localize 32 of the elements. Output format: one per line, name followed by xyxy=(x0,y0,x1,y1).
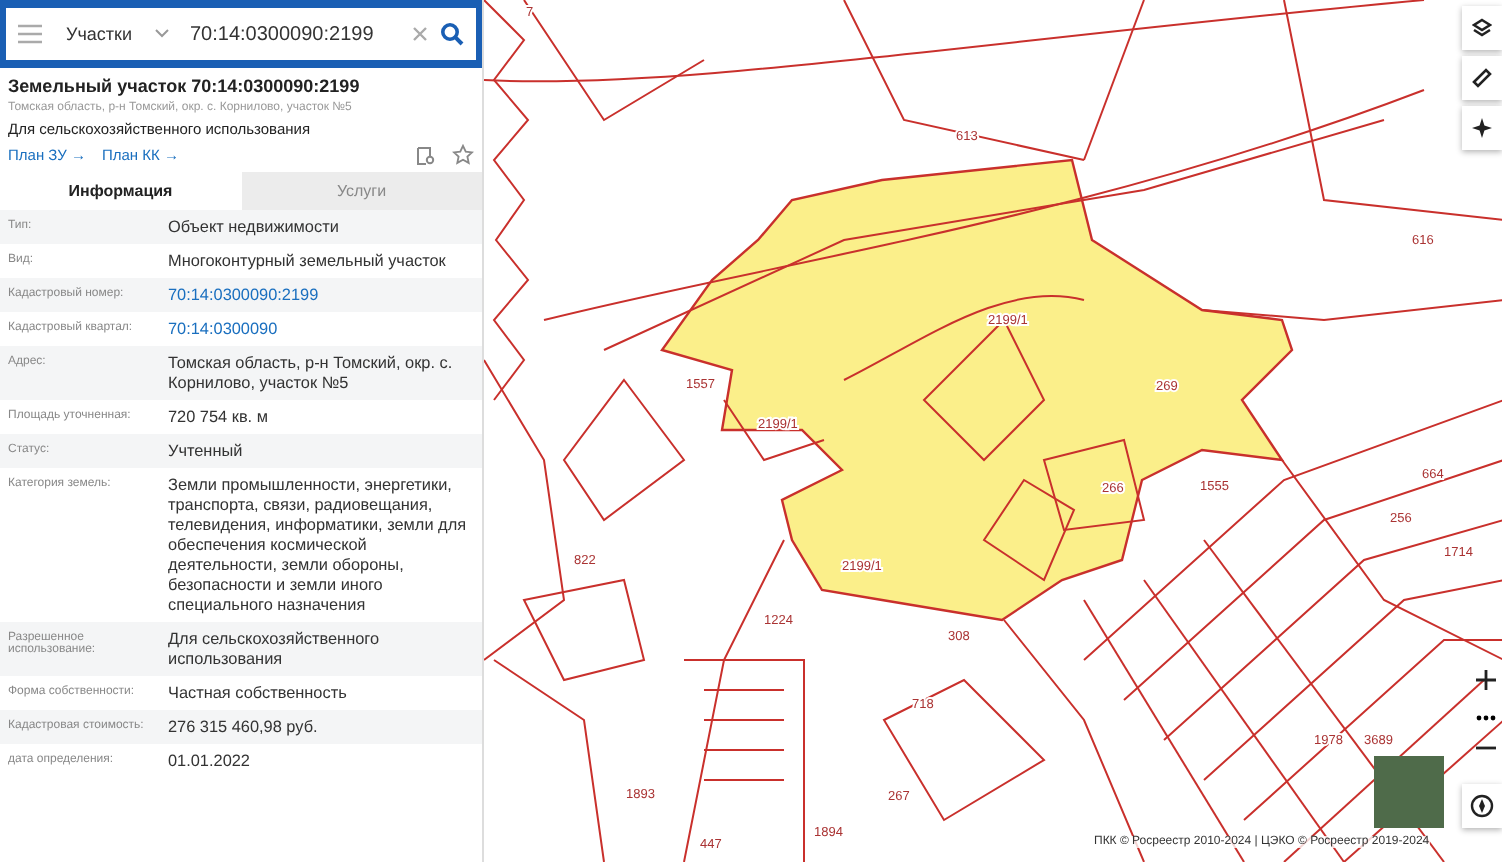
property-value: Томская область, р-н Томский, окр. с. Корнилово, участок №5 xyxy=(168,354,455,394)
compass-icon xyxy=(1470,794,1494,818)
property-value: Частная собственность xyxy=(168,684,349,704)
property-value: Многоконтурный земельный участок xyxy=(168,252,448,272)
star-icon[interactable] xyxy=(452,144,474,166)
property-link[interactable]: 70:14:0300090 xyxy=(168,320,474,340)
locate-button[interactable] xyxy=(1462,106,1502,150)
zoom-in-icon[interactable] xyxy=(1476,670,1496,690)
parcel-title: Земельный участок 70:14:0300090:2199 xyxy=(8,76,362,96)
search-field[interactable]: Участки 70:14:0300090:2199 xyxy=(6,8,476,60)
land-parcel-shape[interactable] xyxy=(660,158,1294,622)
layers-icon xyxy=(1472,18,1492,38)
more-icon[interactable] xyxy=(1476,714,1496,722)
document-search-icon[interactable] xyxy=(416,145,436,165)
search-query[interactable]: 70:14:0300090:2199 xyxy=(190,23,400,45)
property-value: 01.01.2022 xyxy=(168,752,252,772)
property-value: Земли промышленности, энергетики, транспорта, связи, радиовещания, телевидения, информатики, земли для обеспечения космической деятельности, земли обороны, безопасности и земли иного специального назначения xyxy=(168,476,469,616)
crosshair-icon xyxy=(1472,118,1492,138)
satellite-thumbnail[interactable] xyxy=(1374,756,1444,828)
search-icon[interactable] xyxy=(440,22,464,46)
property-value: Объект недвижимости xyxy=(168,218,341,238)
property-value: Учтенный xyxy=(168,442,245,462)
chevron-down-icon[interactable] xyxy=(154,28,170,40)
layers-button[interactable] xyxy=(1462,6,1502,50)
ruler-button[interactable] xyxy=(1462,56,1502,100)
compass-button[interactable] xyxy=(1462,784,1502,828)
category-dropdown[interactable]: Участки xyxy=(66,24,142,44)
property-value: 276 315 460,98 руб. xyxy=(168,718,320,738)
ruler-icon xyxy=(1472,68,1492,88)
property-value: Для сельскохозяйственного использования xyxy=(168,630,382,670)
property-value: 720 754 кв. м xyxy=(168,408,270,428)
property-link[interactable]: 70:14:0300090:2199 xyxy=(168,286,474,306)
